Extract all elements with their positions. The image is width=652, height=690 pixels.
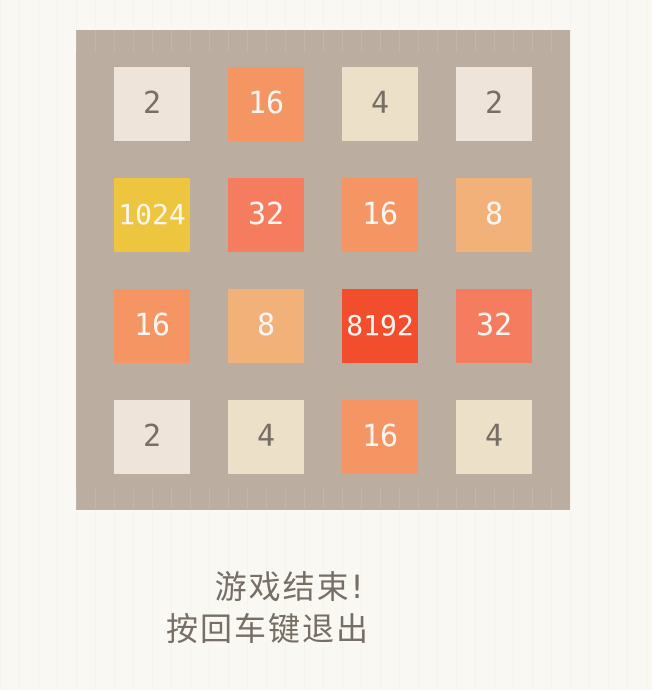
tile-r2-c2: 32 (228, 178, 304, 252)
tile-r2-c4: 8 (456, 178, 532, 252)
tile-r4-c4: 4 (456, 400, 532, 474)
tile-r1-c4: 2 (456, 67, 532, 141)
tile-r1-c2: 16 (228, 67, 304, 141)
tile-r1-c3: 4 (342, 67, 418, 141)
tile-r3-c3: 8192 (342, 289, 418, 363)
tile-r2-c3: 16 (342, 178, 418, 252)
tile-r4-c3: 16 (342, 400, 418, 474)
game-board: 2 16 4 2 1024 32 16 8 16 8 8192 32 2 4 16 4 (76, 30, 570, 510)
tile-r3-c2: 8 (228, 289, 304, 363)
tile-r1-c1: 2 (114, 67, 190, 141)
game-over-message: 游戏结束! 按回车键退出 (0, 566, 566, 650)
tile-r4-c2: 4 (228, 400, 304, 474)
tile-r3-c4: 32 (456, 289, 532, 363)
tile-r2-c1: 1024 (114, 178, 190, 252)
tile-r3-c1: 16 (114, 289, 190, 363)
tile-r4-c1: 2 (114, 400, 190, 474)
game-over-text: 游戏结束! (214, 568, 366, 606)
press-enter-to-exit-text: 按回车键退出 (165, 610, 370, 648)
